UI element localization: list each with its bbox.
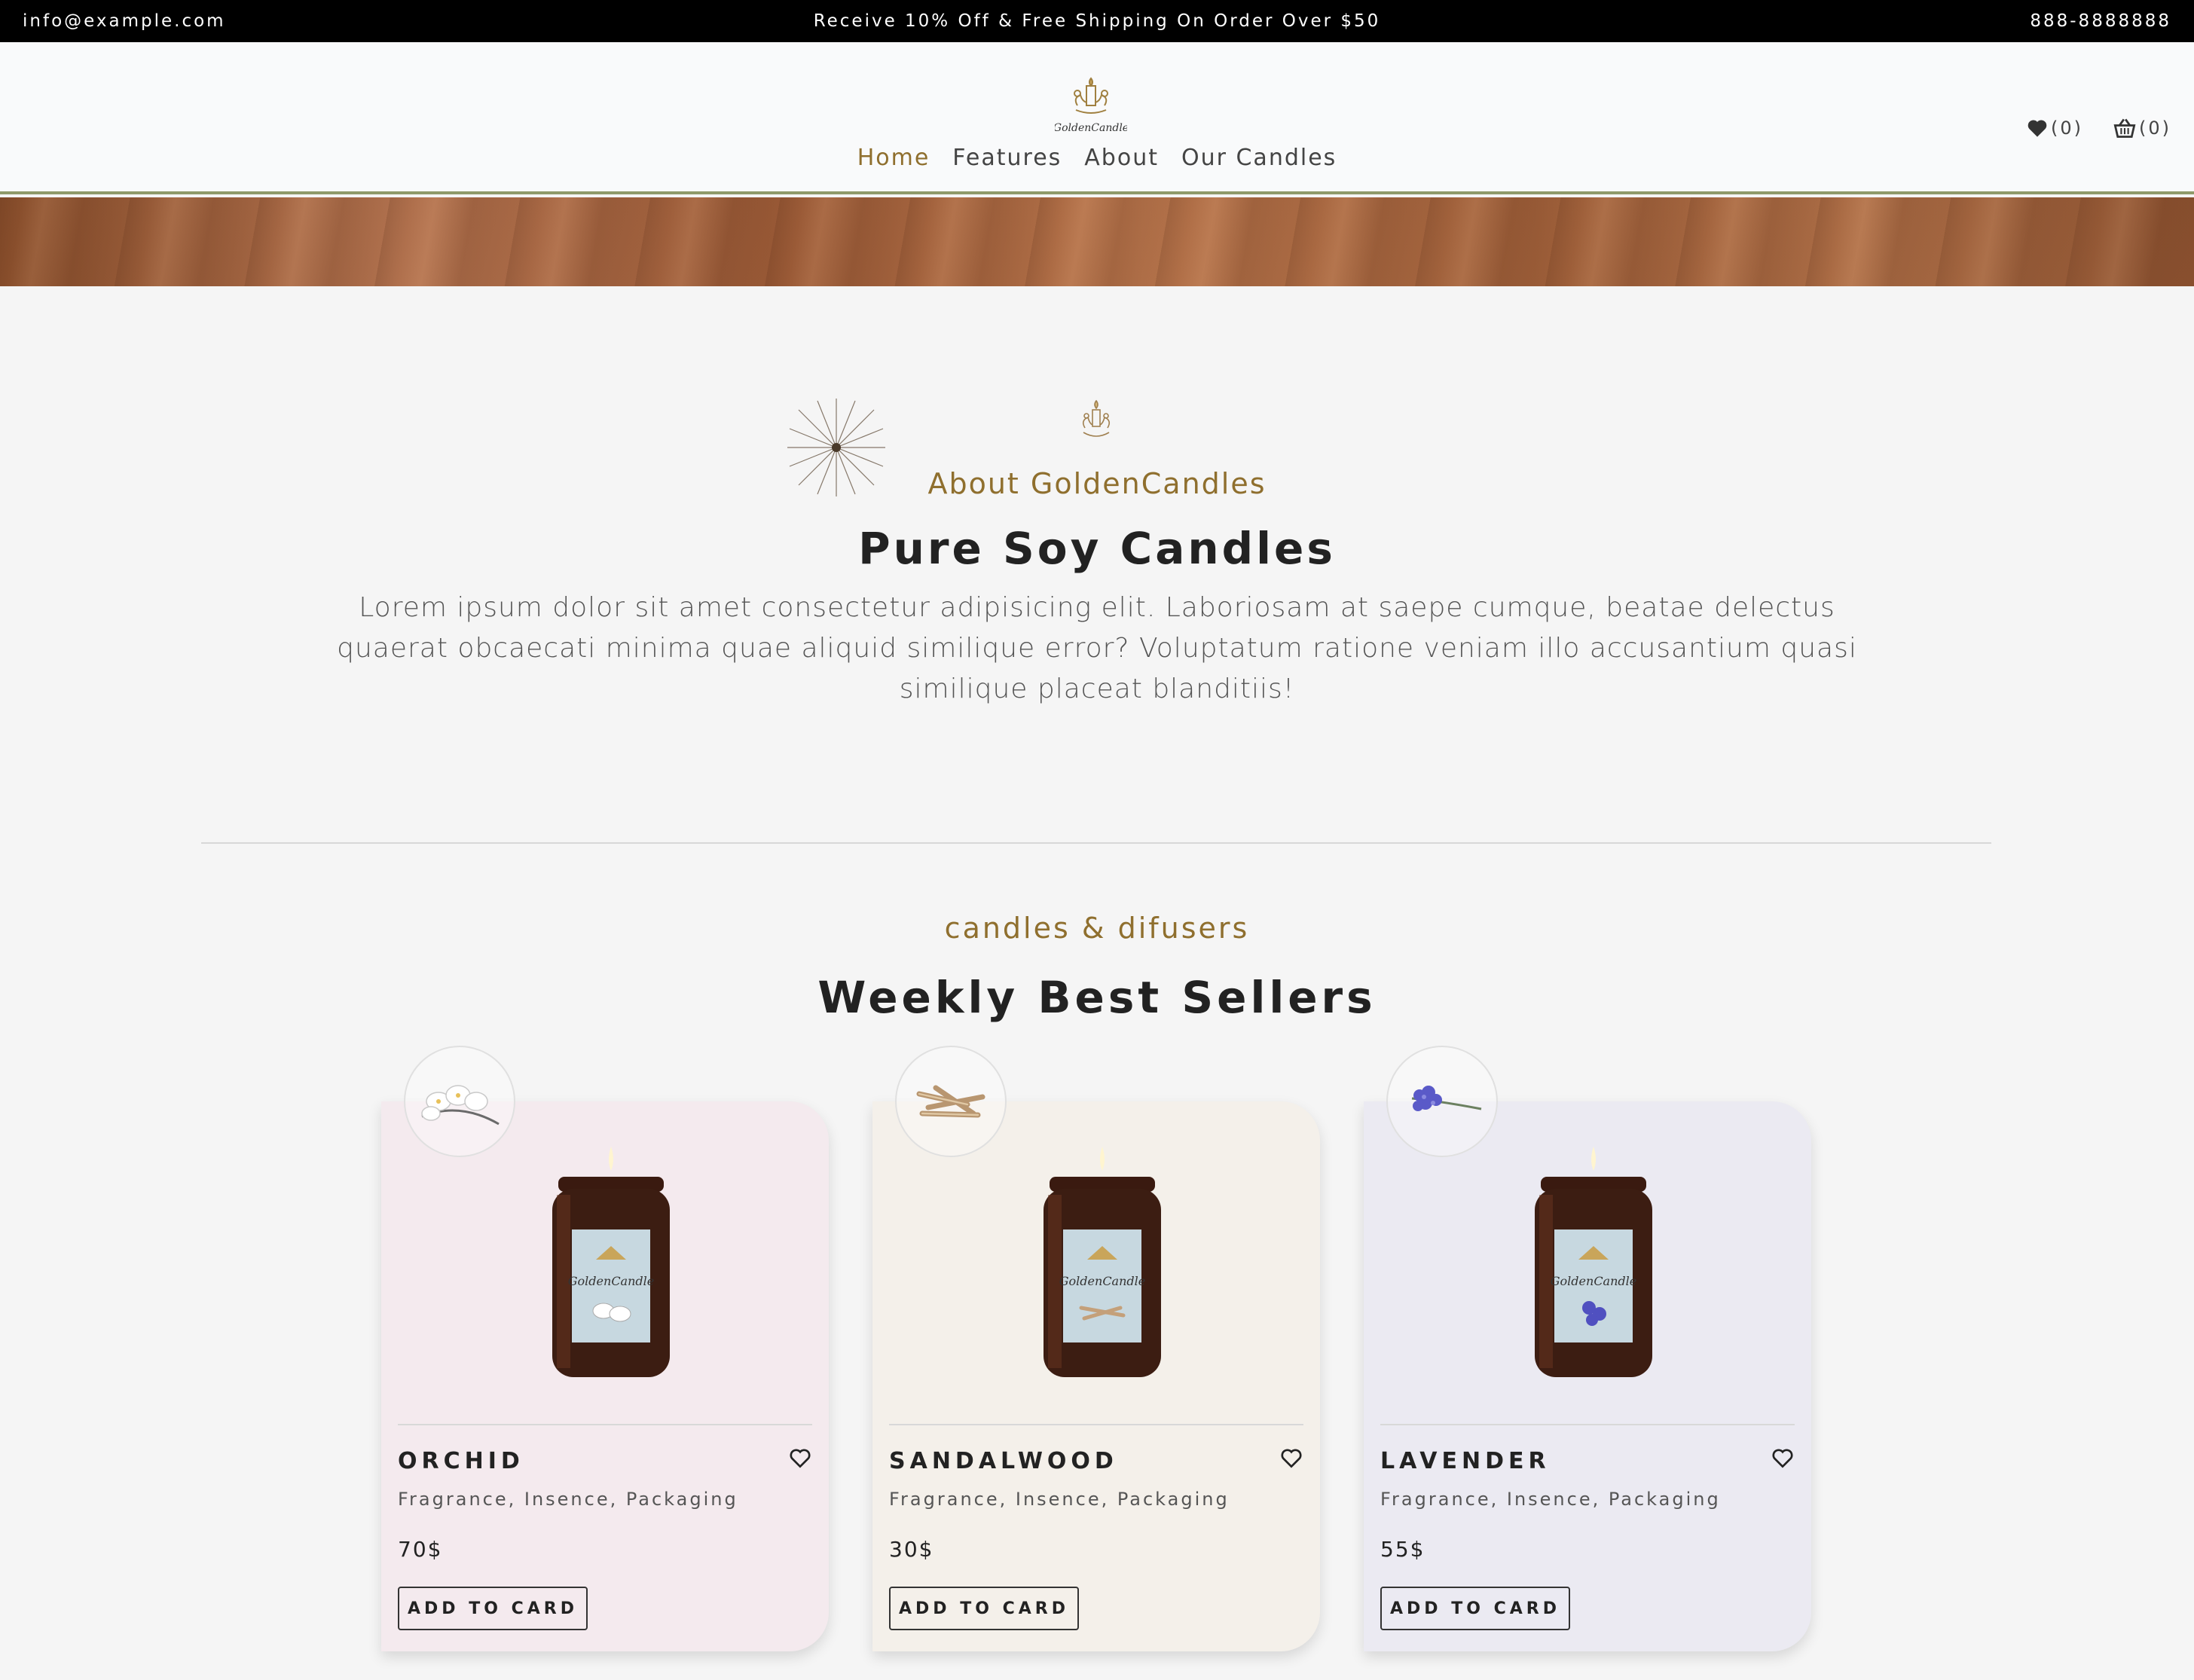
nav-about[interactable]: About	[1084, 145, 1159, 171]
card-separator	[889, 1424, 1303, 1425]
section-divider	[201, 842, 1991, 844]
heart-icon	[2027, 120, 2047, 137]
about-kicker: About GoldenCandles	[927, 467, 1267, 500]
cart-counter[interactable]: (0)	[2113, 118, 2171, 139]
product-name: SANDALWOOD	[889, 1448, 1118, 1474]
add-to-cart-button[interactable]: ADD TO CARD	[889, 1587, 1079, 1630]
contact-phone[interactable]: 888-8888888	[2030, 11, 2171, 31]
heart-outline-icon[interactable]	[1279, 1446, 1303, 1471]
orchid-flower-badge	[404, 1046, 515, 1157]
product-description: Fragrance, Insence, Packaging	[398, 1489, 738, 1510]
add-to-cart-button[interactable]: ADD TO CARD	[398, 1587, 588, 1630]
product-price: 30$	[889, 1537, 934, 1562]
product-description: Fragrance, Insence, Packaging	[889, 1489, 1230, 1510]
goldencandle-logo[interactable]: GoldenCandle	[1055, 75, 1127, 137]
svg-text:GoldenCandle: GoldenCandle	[1055, 122, 1127, 134]
product-price: 55$	[1380, 1537, 1425, 1562]
sandalwood-sticks-icon	[916, 1085, 985, 1118]
card-separator	[398, 1424, 812, 1425]
candle-jar-image: GoldenCandle	[552, 1147, 670, 1377]
hero-banner	[0, 197, 2194, 286]
top-bar: info@example.com Receive 10% Off & Free …	[0, 0, 2194, 42]
product-price: 70$	[398, 1537, 443, 1562]
promo-banner: Receive 10% Off & Free Shipping On Order…	[0, 11, 2194, 31]
product-card-orchid: GoldenCandle ORCHID Fragrance, Insence, …	[381, 1046, 829, 1651]
contact-email[interactable]: info@example.com	[23, 11, 226, 31]
product-card-lavender: GoldenCandle LAVENDER Fragrance, Insence…	[1364, 1046, 1811, 1651]
svg-text:GoldenCandle: GoldenCandle	[1059, 1274, 1145, 1288]
product-name: LAVENDER	[1380, 1448, 1551, 1474]
orchid-icon	[421, 1085, 500, 1126]
wishlist-counter[interactable]: (0)	[2027, 118, 2083, 139]
candle-jar-image: GoldenCandle	[1535, 1147, 1652, 1377]
heart-outline-icon[interactable]	[788, 1446, 812, 1471]
nav-home[interactable]: Home	[857, 145, 930, 171]
lavender-icon	[1411, 1086, 1482, 1111]
product-name: ORCHID	[398, 1448, 524, 1474]
about-description: Lorem ipsum dolor sit amet consectetur a…	[337, 592, 1857, 704]
product-description: Fragrance, Insence, Packaging	[1380, 1489, 1721, 1510]
heart-outline-icon[interactable]	[1771, 1446, 1795, 1471]
main-nav: Home Features About Our Candles	[0, 145, 2194, 171]
candle-emblem-icon	[1082, 399, 1111, 437]
about-title: Pure Soy Candles	[858, 523, 1336, 574]
product-card-sandalwood: GoldenCandle SANDALWOOD Fragrance, Insen…	[872, 1046, 1320, 1651]
sellers-kicker: candles & difusers	[944, 912, 1250, 945]
basket-icon	[2113, 118, 2136, 138]
promo-text: Receive 10% Off & Free Shipping On Order…	[813, 11, 1381, 31]
add-to-cart-button[interactable]: ADD TO CARD	[1380, 1587, 1570, 1630]
sellers-title: Weekly Best Sellers	[817, 972, 1377, 1023]
lavender-badge	[1386, 1046, 1498, 1157]
header-counters: (0) (0)	[2027, 118, 2171, 139]
candle-jar-image: GoldenCandle	[1044, 1147, 1161, 1377]
nav-features[interactable]: Features	[952, 145, 1062, 171]
wishlist-count: (0)	[2051, 118, 2083, 139]
card-separator	[1380, 1424, 1795, 1425]
svg-text:GoldenCandle: GoldenCandle	[1551, 1274, 1636, 1288]
svg-text:GoldenCandle: GoldenCandle	[568, 1274, 654, 1288]
sandalwood-badge	[895, 1046, 1007, 1157]
nav-our-candles[interactable]: Our Candles	[1181, 145, 1337, 171]
cart-count: (0)	[2139, 118, 2171, 139]
site-header: GoldenCandle Home Features About Our Can…	[0, 42, 2194, 194]
